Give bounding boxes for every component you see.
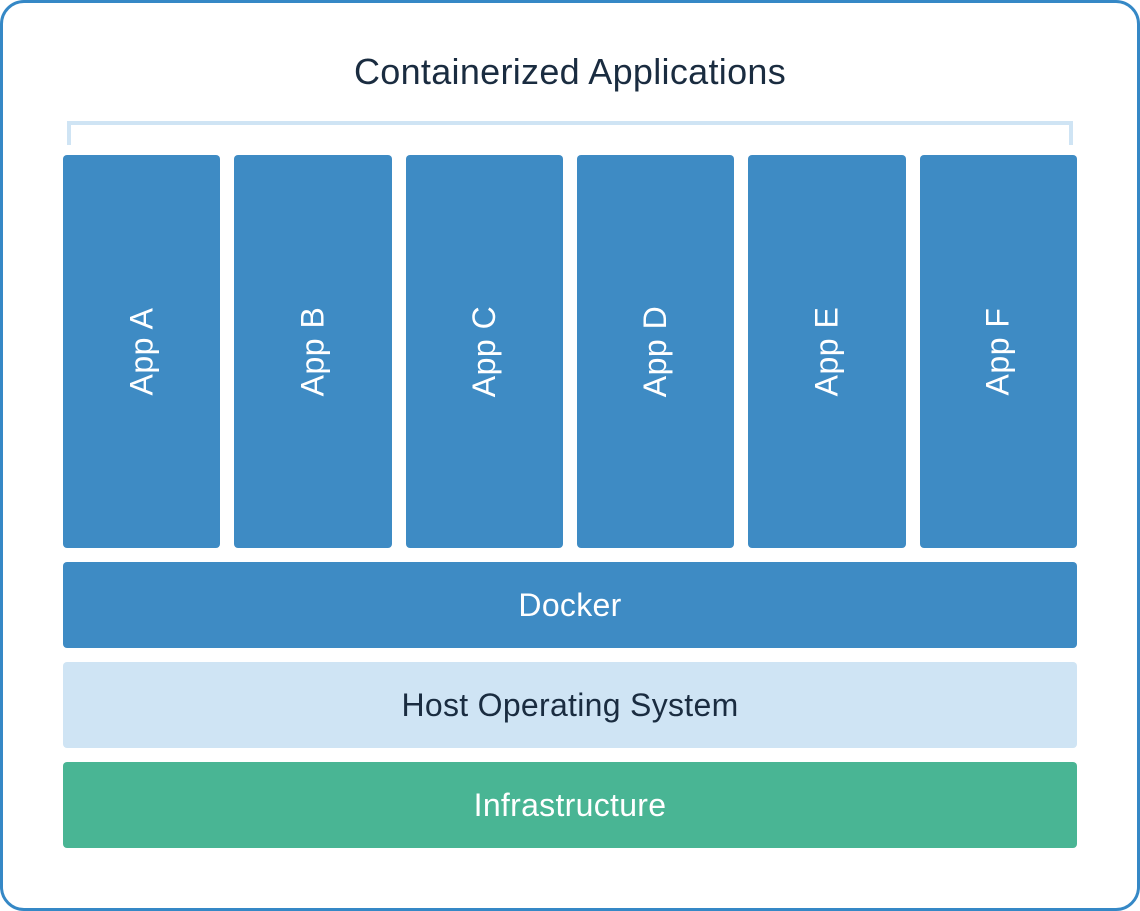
apps-row: App A App B App C App D App E App F <box>63 155 1077 548</box>
layer-docker-label: Docker <box>518 587 621 624</box>
app-box-e: App E <box>748 155 905 548</box>
app-label: App E <box>808 307 845 397</box>
app-box-a: App A <box>63 155 220 548</box>
diagram-container: Containerized Applications App A App B A… <box>0 0 1140 911</box>
layer-infrastructure: Infrastructure <box>63 762 1077 848</box>
app-box-f: App F <box>920 155 1077 548</box>
app-box-b: App B <box>234 155 391 548</box>
app-box-d: App D <box>577 155 734 548</box>
grouping-bracket <box>67 121 1073 145</box>
layer-infrastructure-label: Infrastructure <box>474 787 667 824</box>
layer-docker: Docker <box>63 562 1077 648</box>
app-label: App C <box>466 306 503 397</box>
diagram-title: Containerized Applications <box>63 51 1077 93</box>
layer-host-os: Host Operating System <box>63 662 1077 748</box>
app-label: App A <box>123 308 160 396</box>
app-box-c: App C <box>406 155 563 548</box>
app-label: App F <box>980 308 1017 396</box>
layer-os-label: Host Operating System <box>401 687 738 724</box>
app-label: App D <box>637 306 674 397</box>
app-label: App B <box>294 307 331 397</box>
